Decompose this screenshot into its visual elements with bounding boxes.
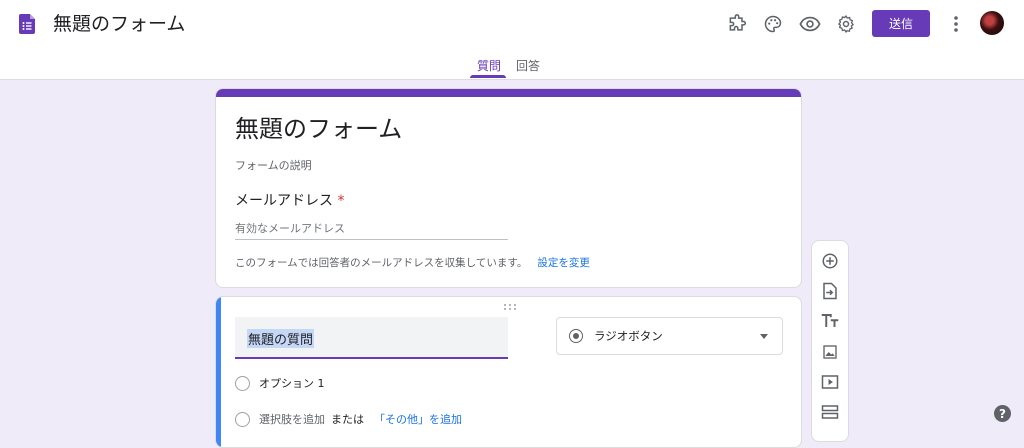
- add-option-row: 選択肢を追加 または 「その他」を追加: [235, 410, 462, 428]
- import-questions-icon[interactable]: [820, 281, 840, 301]
- top-bar: 無題のフォーム 送信 質問 回答: [0, 0, 1024, 80]
- active-tab-indicator: [470, 75, 506, 78]
- addons-icon[interactable]: [725, 12, 749, 36]
- change-settings-link[interactable]: 設定を変更: [537, 257, 590, 269]
- email-field-underline: [235, 239, 508, 240]
- settings-gear-icon[interactable]: [834, 12, 858, 36]
- add-option-link[interactable]: 選択肢を追加: [259, 411, 325, 427]
- add-section-icon[interactable]: [820, 402, 840, 422]
- add-question-icon[interactable]: [820, 251, 840, 271]
- add-video-icon[interactable]: [820, 372, 840, 392]
- question-type-dropdown[interactable]: ラジオボタン: [556, 317, 783, 355]
- drag-handle-icon[interactable]: [503, 303, 517, 314]
- form-header-card: 無題のフォーム フォームの説明 メールアドレス * 有効なメールアドレス このフ…: [215, 88, 802, 288]
- question-title-text[interactable]: 無題の質問: [247, 329, 315, 348]
- header-accent-stripe: [216, 89, 801, 97]
- email-collection-note: このフォームでは回答者のメールアドレスを収集しています。 設定を変更: [235, 255, 590, 270]
- question-type-label: ラジオボタン: [594, 329, 663, 343]
- send-button[interactable]: 送信: [872, 10, 930, 37]
- question-card[interactable]: 無題の質問 ラジオボタン オプション 1 選択肢を追加 または 「その他」を追加: [215, 296, 802, 448]
- question-side-toolbar: [811, 240, 849, 442]
- question-title-input[interactable]: 無題の質問: [235, 317, 508, 359]
- preview-eye-icon[interactable]: [798, 12, 822, 36]
- option-radio-icon: [235, 411, 250, 427]
- form-description-field[interactable]: フォームの説明: [235, 157, 312, 173]
- help-icon[interactable]: ?: [994, 405, 1011, 422]
- forms-logo-icon[interactable]: [19, 14, 35, 34]
- radio-button-icon: [569, 329, 583, 343]
- required-asterisk: *: [337, 193, 345, 209]
- avatar[interactable]: [980, 11, 1004, 35]
- email-question-label: メールアドレス *: [235, 190, 344, 210]
- option-label[interactable]: オプション 1: [259, 375, 325, 391]
- add-title-icon[interactable]: [820, 311, 840, 331]
- add-other-link[interactable]: 「その他」を追加: [374, 411, 462, 427]
- or-text: または: [331, 413, 364, 426]
- tab-questions[interactable]: 質問: [477, 57, 501, 74]
- palette-icon[interactable]: [761, 12, 785, 36]
- more-vert-icon[interactable]: [944, 12, 968, 36]
- focus-stripe: [216, 297, 221, 447]
- collect-note-text: このフォームでは回答者のメールアドレスを収集しています。: [235, 257, 528, 269]
- tab-responses[interactable]: 回答: [516, 57, 540, 74]
- option-row[interactable]: オプション 1: [235, 374, 325, 392]
- document-title[interactable]: 無題のフォーム: [53, 11, 185, 37]
- email-label-text: メールアドレス: [235, 193, 333, 209]
- dropdown-caret-icon: [760, 334, 768, 339]
- email-field: 有効なメールアドレス: [235, 222, 345, 235]
- option-radio-icon: [235, 375, 250, 391]
- form-title[interactable]: 無題のフォーム: [235, 113, 402, 145]
- add-image-icon[interactable]: [820, 342, 840, 362]
